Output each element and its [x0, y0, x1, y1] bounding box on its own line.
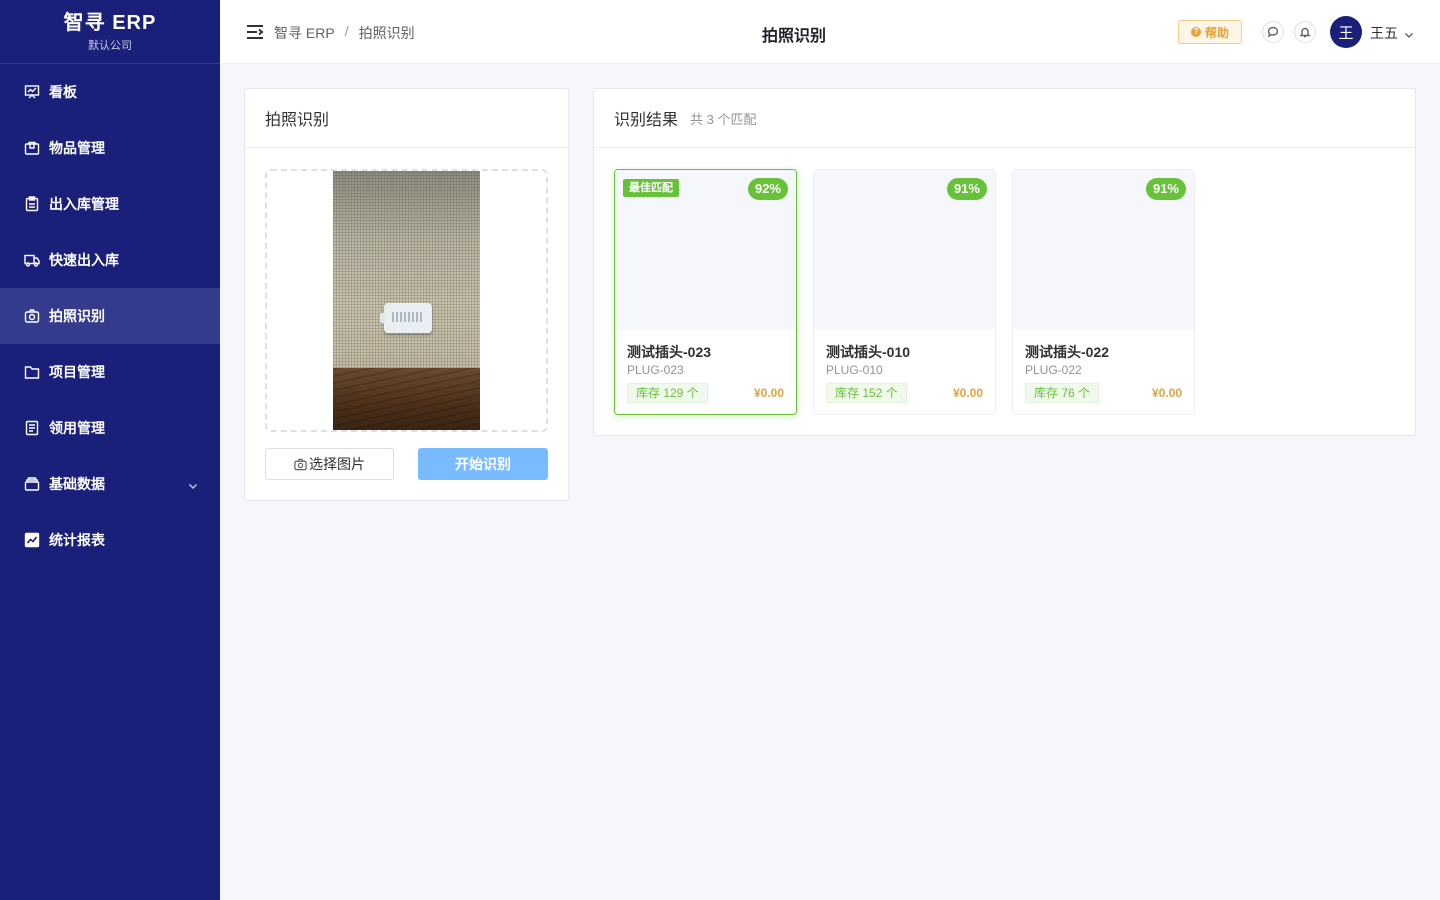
result-list: 最佳匹配 92% 测试插头-023 PLUG-023 库存 129 个 ¥0.0…: [614, 169, 1195, 415]
sidebar-item-label: 基础数据: [49, 476, 105, 492]
uploaded-photo: [333, 171, 480, 430]
plug-tab: [380, 313, 385, 323]
result-item-name: 测试插头-022: [1025, 344, 1110, 360]
result-item-name: 测试插头-010: [826, 344, 911, 360]
truck-icon: [24, 252, 40, 268]
chevron-down-icon[interactable]: [1404, 27, 1414, 38]
image-dropzone[interactable]: [265, 169, 548, 432]
sidebar-item-projects[interactable]: 项目管理: [0, 344, 220, 400]
results-card: 识别结果 共 3 个匹配 最佳匹配 92% 测试插头-023 PLUG-023 …: [593, 88, 1416, 436]
chevron-down-icon: [188, 478, 198, 489]
dashboard-icon: [24, 84, 40, 100]
sidebar-item-quick-inventory[interactable]: 快速出入库: [0, 232, 220, 288]
message-icon[interactable]: [1262, 21, 1284, 43]
result-item-image: 91%: [1013, 170, 1194, 330]
results-card-title: 识别结果: [614, 112, 679, 129]
sidebar-item-photo-recognition[interactable]: 拍照识别: [0, 288, 220, 344]
sidebar-item-inventory[interactable]: 出入库管理: [0, 176, 220, 232]
stock-badge: 库存 152 个: [826, 383, 907, 403]
help-button[interactable]: ? 帮助: [1178, 20, 1242, 44]
sidebar-item-label: 快速出入库: [49, 252, 119, 268]
camera-icon: [294, 458, 307, 470]
sidebar: 智寻 ERP 默认公司 看板 物品管理 出入库管理 快速出入库 拍照识别 项目管…: [0, 0, 220, 900]
user-name[interactable]: 王五: [1370, 23, 1398, 43]
photo-wood-surface: [333, 368, 480, 430]
sidebar-item-label: 看板: [49, 84, 77, 100]
package-icon: [24, 140, 40, 156]
match-score-badge: 92%: [747, 178, 788, 200]
brand: 智寻 ERP 默认公司: [0, 0, 220, 64]
result-item[interactable]: 最佳匹配 92% 测试插头-023 PLUG-023 库存 129 个 ¥0.0…: [614, 169, 797, 415]
sidebar-item-label: 出入库管理: [49, 196, 119, 212]
result-item-code: PLUG-023: [627, 363, 684, 377]
result-item-price: ¥0.00: [753, 386, 784, 400]
result-item-price: ¥0.00: [1151, 386, 1182, 400]
result-item[interactable]: 91% 测试插头-010 PLUG-010 库存 152 个 ¥0.00: [813, 169, 996, 415]
clipboard-icon: [24, 196, 40, 212]
results-card-header: 识别结果 共 3 个匹配: [594, 89, 1415, 148]
sidebar-item-label: 统计报表: [49, 532, 105, 548]
start-recognition-button[interactable]: 开始识别: [418, 448, 548, 480]
result-item-code: PLUG-010: [826, 363, 883, 377]
plug-pins: [392, 312, 422, 322]
photo-fabric-background: [333, 171, 480, 368]
brand-title: 智寻 ERP: [63, 11, 157, 34]
upload-card-header: 拍照识别: [245, 89, 568, 148]
result-item-name: 测试插头-023: [627, 344, 712, 360]
sidebar-item-base-data[interactable]: 基础数据: [0, 456, 220, 512]
sidebar-item-label: 项目管理: [49, 364, 105, 380]
upload-card-title: 拍照识别: [265, 112, 330, 129]
result-item-price: ¥0.00: [952, 386, 983, 400]
upload-card: 拍照识别 选择图片 开始识别: [244, 88, 569, 501]
top-header: 智寻 ERP / 拍照识别 拍照识别 ? 帮助 王 王五: [220, 0, 1440, 64]
select-image-button[interactable]: 选择图片: [265, 448, 394, 480]
sidebar-item-dashboard[interactable]: 看板: [0, 64, 220, 120]
sidebar-item-label: 物品管理: [49, 140, 105, 156]
help-icon: ?: [1190, 27, 1201, 37]
result-item-image: 91%: [814, 170, 995, 330]
stock-badge: 库存 129 个: [627, 383, 708, 403]
sidebar-item-requisition[interactable]: 领用管理: [0, 400, 220, 456]
database-icon: [24, 476, 40, 492]
result-item[interactable]: 91% 测试插头-022 PLUG-022 库存 76 个 ¥0.00: [1012, 169, 1195, 415]
folder-icon: [24, 364, 40, 380]
sidebar-item-label: 领用管理: [49, 420, 105, 436]
match-score-badge: 91%: [1145, 178, 1186, 200]
company-name: 默认公司: [88, 39, 132, 52]
start-recognition-label: 开始识别: [455, 456, 511, 472]
results-summary: 共 3 个匹配: [690, 111, 757, 127]
camera-icon: [24, 308, 40, 324]
avatar[interactable]: 王: [1330, 16, 1362, 48]
match-score-badge: 91%: [946, 178, 987, 200]
best-match-badge: 最佳匹配: [623, 179, 679, 197]
chart-icon: [24, 532, 40, 548]
sidebar-item-label: 拍照识别: [49, 308, 105, 324]
result-item-code: PLUG-022: [1025, 363, 1082, 377]
select-image-label: 选择图片: [309, 456, 365, 472]
sidebar-menu: 看板 物品管理 出入库管理 快速出入库 拍照识别 项目管理 领用管理 基础数据: [0, 64, 220, 568]
bell-icon[interactable]: [1294, 21, 1316, 43]
document-icon: [24, 420, 40, 436]
sidebar-item-items[interactable]: 物品管理: [0, 120, 220, 176]
result-item-image: 最佳匹配 92%: [615, 170, 796, 330]
sidebar-item-reports[interactable]: 统计报表: [0, 512, 220, 568]
help-label: 帮助: [1204, 25, 1229, 40]
photo-plug-object: [380, 303, 432, 333]
stock-badge: 库存 76 个: [1025, 383, 1100, 403]
